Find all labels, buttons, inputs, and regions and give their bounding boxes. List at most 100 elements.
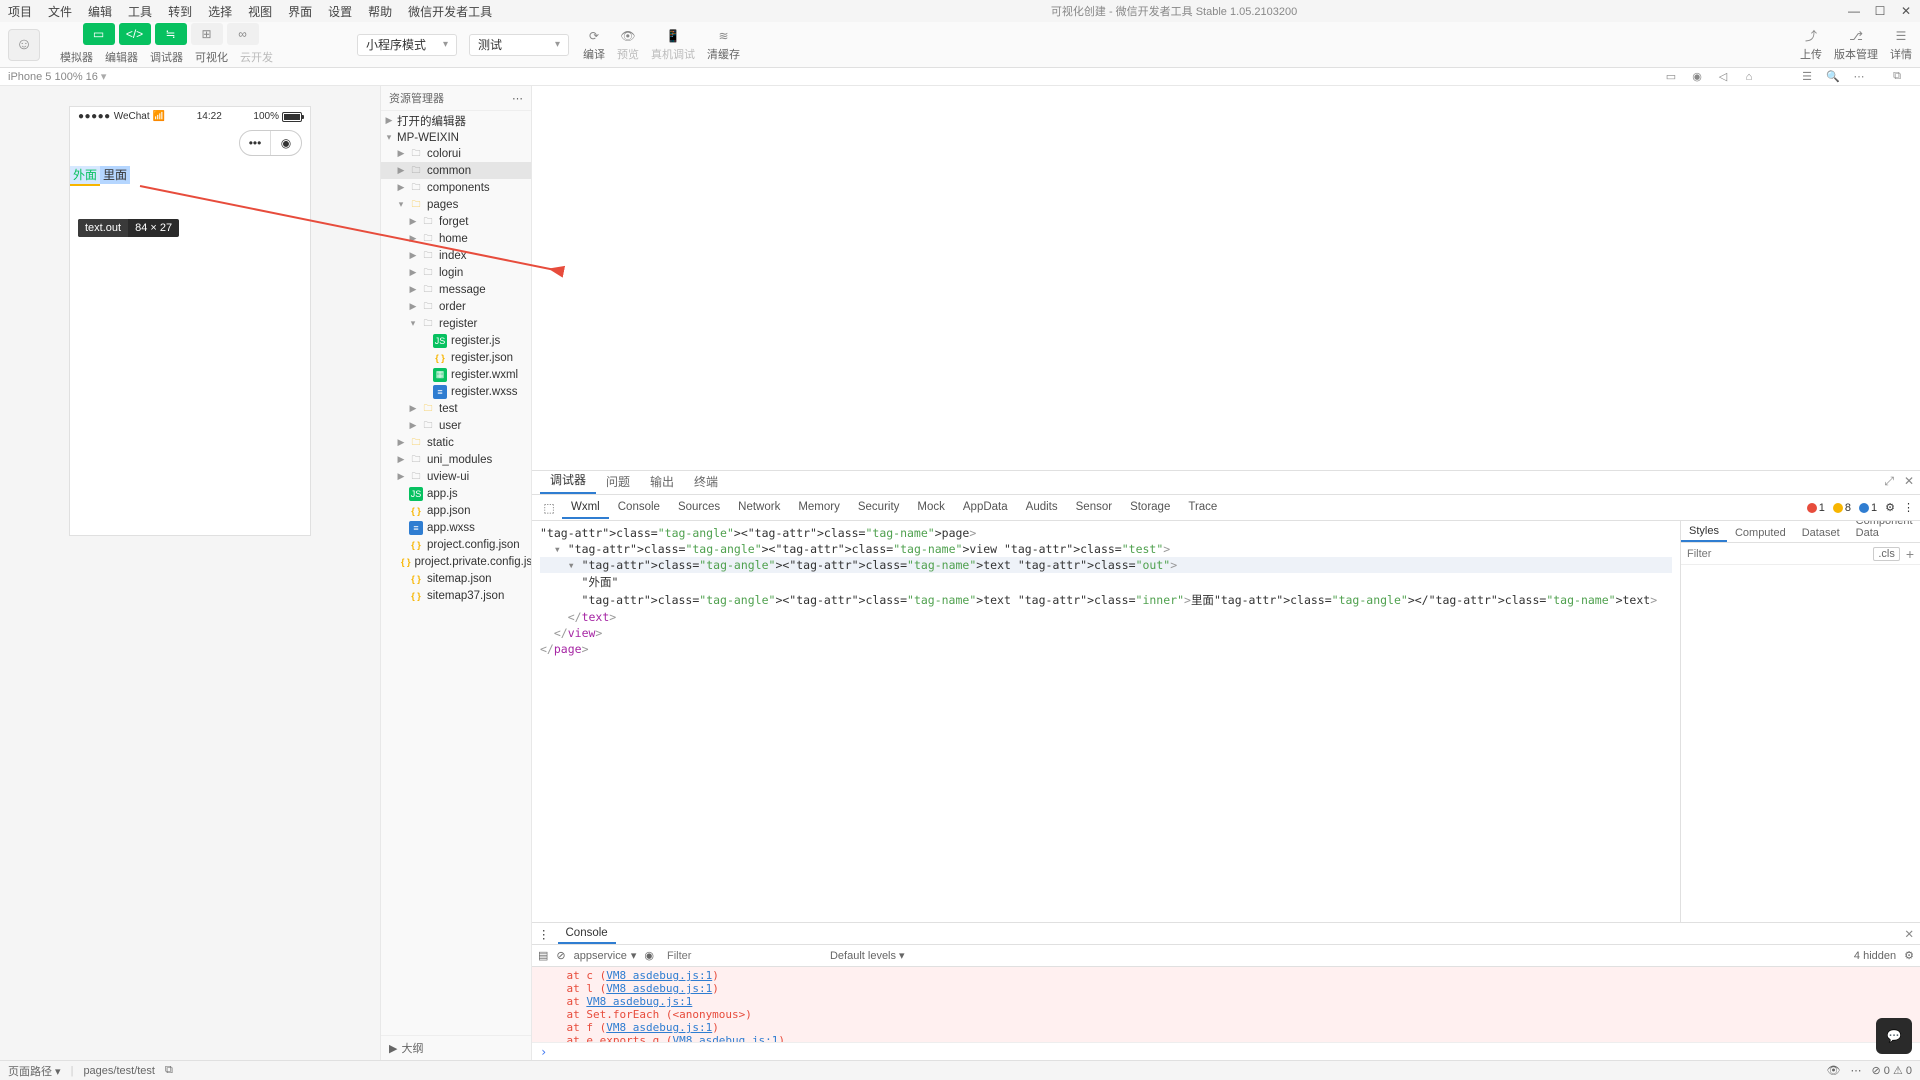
devtab-Storage[interactable]: Storage — [1121, 497, 1179, 519]
tree-item[interactable]: { }sitemap.json — [381, 570, 531, 587]
more-icon[interactable]: ⋯ — [1852, 70, 1866, 84]
tree-item[interactable]: { }register.json — [381, 349, 531, 366]
device-info[interactable]: iPhone 5 100% 16 — [8, 71, 98, 83]
tree-item[interactable]: ▶🗀uview-ui — [381, 468, 531, 485]
editor-toggle[interactable]: </> — [119, 23, 151, 45]
menu-项目[interactable]: 项目 — [0, 3, 40, 20]
console-settings-icon[interactable]: ⚙ — [1904, 949, 1914, 962]
console-hidden-count[interactable]: 4 hidden — [1854, 950, 1896, 962]
console-tab[interactable]: Console — [558, 924, 616, 944]
styles-tab-Styles[interactable]: Styles — [1681, 522, 1727, 542]
cls-toggle[interactable]: .cls — [1873, 547, 1900, 561]
add-style-icon[interactable]: + — [1906, 546, 1914, 562]
simulator-toggle[interactable]: ▭ — [83, 23, 115, 45]
devtools-more-icon[interactable]: ⋮ — [1903, 501, 1914, 514]
action-预览[interactable]: 👁预览 — [617, 28, 639, 62]
chat-bubble[interactable]: 💬 — [1876, 1018, 1912, 1054]
devtab-Memory[interactable]: Memory — [789, 497, 849, 519]
tree-item[interactable]: ▶🗀message — [381, 281, 531, 298]
menu-选择[interactable]: 选择 — [200, 3, 240, 20]
debugger-tab-问题[interactable]: 问题 — [596, 469, 640, 494]
tree-item[interactable]: ▾🗀register — [381, 315, 531, 332]
action-清缓存[interactable]: ≋清缓存 — [707, 28, 740, 62]
console-filter-input[interactable] — [662, 948, 822, 964]
tree-item[interactable]: ▶🗀login — [381, 264, 531, 281]
status-more-icon[interactable]: ⋯ — [1851, 1064, 1862, 1077]
outline-section[interactable]: ▶大纲 — [381, 1035, 531, 1060]
search-icon[interactable]: 🔍 — [1826, 70, 1840, 84]
debugger-close-icon[interactable]: ✕ — [1904, 474, 1914, 489]
right-action-上传[interactable]: ⤴上传 — [1800, 28, 1822, 62]
console-clear-icon[interactable]: ⊘ — [556, 949, 565, 962]
action-编译[interactable]: ⟳编译 — [583, 28, 605, 62]
maximize-button[interactable]: ☐ — [1874, 5, 1886, 17]
tree-item[interactable]: { }app.json — [381, 502, 531, 519]
tree-item[interactable]: ▶🗀order — [381, 298, 531, 315]
styles-filter-input[interactable] — [1687, 548, 1867, 560]
cloud-toggle[interactable]: ∞ — [227, 23, 259, 45]
menu-微信开发者工具[interactable]: 微信开发者工具 — [400, 3, 500, 20]
devtab-Sources[interactable]: Sources — [669, 497, 729, 519]
layout-icon[interactable]: ⧉ — [1890, 70, 1904, 84]
page-path-label[interactable]: 页面路径 ▾ — [8, 1063, 61, 1079]
tree-item[interactable]: ▶🗀test — [381, 400, 531, 417]
visual-toggle[interactable]: ⊞ — [191, 23, 223, 45]
page-path[interactable]: pages/test/test — [83, 1065, 155, 1077]
tree-item[interactable]: ▾🗀pages — [381, 196, 531, 213]
tree-item[interactable]: { }project.config.json — [381, 536, 531, 553]
tree-item[interactable]: JSregister.js — [381, 332, 531, 349]
close-button[interactable]: ✕ — [1900, 5, 1912, 17]
menu-界面[interactable]: 界面 — [280, 3, 320, 20]
tree-item[interactable]: ▶🗀user — [381, 417, 531, 434]
debugger-expand-icon[interactable]: ⤢ — [1884, 474, 1894, 489]
devtab-Mock[interactable]: Mock — [908, 497, 953, 519]
selected-inner-text[interactable]: 里面 — [100, 166, 130, 184]
wxml-tree[interactable]: "tag-attr">class="tag-angle"><"tag-attr"… — [532, 521, 1680, 922]
menu-视图[interactable]: 视图 — [240, 3, 280, 20]
tree-icon[interactable]: ☰ — [1800, 70, 1814, 84]
menu-帮助[interactable]: 帮助 — [360, 3, 400, 20]
console-levels-select[interactable]: Default levels ▾ — [830, 949, 905, 962]
tree-item[interactable]: ≡app.wxss — [381, 519, 531, 536]
project-section[interactable]: ▾MP-WEIXIN — [381, 130, 531, 145]
tree-item[interactable]: ▶🗀components — [381, 179, 531, 196]
tree-item[interactable]: JSapp.js — [381, 485, 531, 502]
devtab-Console[interactable]: Console — [609, 497, 669, 519]
tree-item[interactable]: ▶🗀forget — [381, 213, 531, 230]
devtools-settings-icon[interactable]: ⚙ — [1885, 501, 1895, 514]
menu-工具[interactable]: 工具 — [120, 3, 160, 20]
record-icon[interactable]: ◉ — [1690, 70, 1704, 84]
debugger-tab-终端[interactable]: 终端 — [684, 469, 728, 494]
menu-文件[interactable]: 文件 — [40, 3, 80, 20]
tree-item[interactable]: { }project.private.config.js... — [381, 553, 531, 570]
screenshot-icon[interactable]: ▭ — [1664, 70, 1678, 84]
devtab-Network[interactable]: Network — [729, 497, 789, 519]
tree-item[interactable]: ▶🗀home — [381, 230, 531, 247]
menu-编辑[interactable]: 编辑 — [80, 3, 120, 20]
explorer-more-icon[interactable]: ⋯ — [512, 92, 523, 105]
action-真机调试[interactable]: 📱真机调试 — [651, 28, 695, 62]
console-live-icon[interactable]: ◉ — [644, 949, 654, 962]
status-counts[interactable]: ⊘ 0 ⚠ 0 — [1872, 1064, 1912, 1077]
mode-select[interactable]: 小程序模式▾ — [357, 34, 457, 56]
visibility-icon[interactable]: 👁 — [1827, 1064, 1841, 1077]
styles-tab-Dataset[interactable]: Dataset — [1794, 524, 1848, 542]
minimize-button[interactable]: — — [1848, 5, 1860, 17]
capsule-close[interactable]: ◉ — [271, 131, 301, 155]
console-sidebar-icon[interactable]: ▤ — [538, 949, 548, 962]
tree-item[interactable]: ▦register.wxml — [381, 366, 531, 383]
open-editors-section[interactable]: ▶打开的编辑器 — [381, 111, 531, 130]
tree-item[interactable]: ≡register.wxss — [381, 383, 531, 400]
selected-outer-text[interactable]: 外面 — [70, 166, 100, 186]
tree-item[interactable]: ▶🗀uni_modules — [381, 451, 531, 468]
debugger-tab-调试器[interactable]: 调试器 — [540, 467, 596, 494]
devtab-Sensor[interactable]: Sensor — [1067, 497, 1121, 519]
menu-设置[interactable]: 设置 — [320, 3, 360, 20]
console-prompt[interactable]: › — [532, 1042, 1920, 1060]
capsule-menu[interactable]: ••• — [240, 131, 270, 155]
tree-item[interactable]: ▶🗀static — [381, 434, 531, 451]
tree-item[interactable]: ▶🗀common — [381, 162, 531, 179]
tree-item[interactable]: { }sitemap37.json — [381, 587, 531, 604]
console-menu-icon[interactable]: ⋮ — [538, 927, 550, 941]
copy-path-icon[interactable]: ⧉ — [165, 1064, 173, 1077]
